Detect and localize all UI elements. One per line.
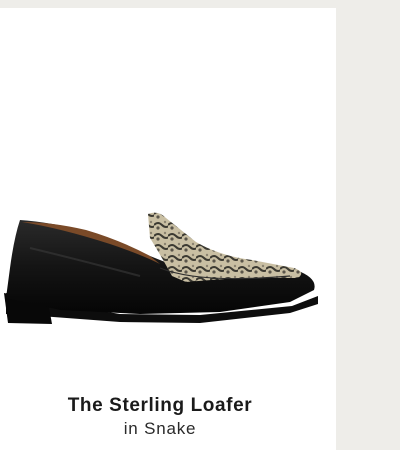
page: The Sterling Loafer in Snake	[0, 0, 400, 450]
product-variant: in Snake	[123, 419, 197, 438]
product-name[interactable]: The Sterling Loafer	[0, 395, 320, 417]
loafer-shoe-image	[4, 212, 318, 324]
product-image[interactable]	[0, 198, 336, 338]
product-card[interactable]: The Sterling Loafer in Snake	[0, 8, 336, 450]
